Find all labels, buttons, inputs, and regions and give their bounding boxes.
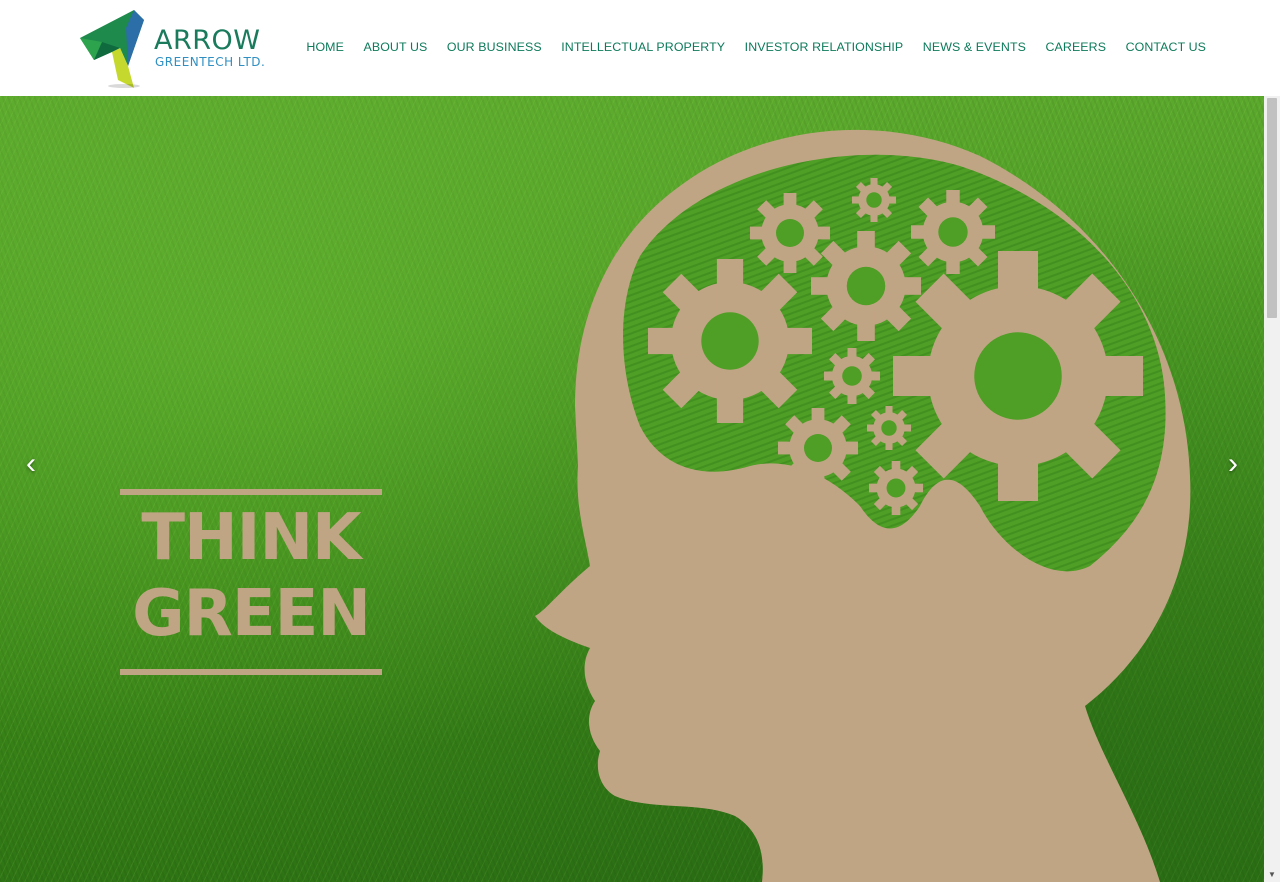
nav-link-about-us[interactable]: ABOUT US — [363, 40, 427, 54]
slider-next-button[interactable]: › — [1218, 449, 1248, 479]
gear-icon-lower — [778, 408, 858, 488]
nav-link-home[interactable]: HOME — [306, 40, 344, 54]
gear-icon-large — [893, 251, 1143, 501]
hero-slider: THINK GREEN ‹ › — [0, 96, 1264, 882]
nav-item-careers: CAREERS — [1045, 38, 1106, 56]
brand-subtitle: GREENTECH LTD. — [155, 55, 266, 69]
hero-headline-line1: THINK — [141, 501, 361, 575]
chevron-right-icon: › — [1228, 447, 1238, 480]
think-green-badge: THINK GREEN — [120, 489, 382, 679]
page-scrollbar[interactable]: ▼ — [1264, 96, 1280, 882]
gear-icon-left — [648, 259, 812, 423]
main-nav: HOME ABOUT US OUR BUSINESS INTELLECTUAL … — [287, 38, 1206, 56]
nav-link-contact-us[interactable]: CONTACT US — [1126, 40, 1206, 54]
nav-link-our-business[interactable]: OUR BUSINESS — [447, 40, 542, 54]
badge-top-rule — [120, 489, 382, 495]
chevron-left-icon: ‹ — [26, 447, 36, 480]
nav-item-our-business: OUR BUSINESS — [447, 38, 542, 56]
gear-icon-mid-small — [824, 348, 880, 404]
nav-link-careers[interactable]: CAREERS — [1045, 40, 1106, 54]
gear-icon-lower-small — [867, 406, 911, 450]
nav-item-intellectual-property: INTELLECTUAL PROPERTY — [561, 38, 725, 56]
gear-icon-top-small — [852, 178, 896, 222]
brand-name: ARROW — [154, 25, 261, 56]
scroll-down-icon[interactable]: ▼ — [1264, 868, 1280, 882]
nav-item-news-events: NEWS & EVENTS — [923, 38, 1026, 56]
nav-link-investor-relationship[interactable]: INVESTOR RELATIONSHIP — [745, 40, 904, 54]
badge-bottom-rule — [120, 669, 382, 675]
arrow-logo-icon — [80, 10, 144, 88]
scrollbar-thumb[interactable] — [1267, 98, 1277, 318]
nav-item-contact-us: CONTACT US — [1126, 38, 1206, 56]
gear-icon-top-left — [750, 193, 830, 273]
gear-icon-top-right — [911, 190, 995, 274]
nav-link-news-events[interactable]: NEWS & EVENTS — [923, 40, 1026, 54]
nav-item-home: HOME — [306, 38, 344, 56]
gear-icon-center — [811, 231, 921, 341]
hero-headline-line2: GREEN — [132, 577, 371, 651]
slider-prev-button[interactable]: ‹ — [16, 449, 46, 479]
nav-link-intellectual-property[interactable]: INTELLECTUAL PROPERTY — [561, 40, 725, 54]
brand-logo[interactable]: ARROW GREENTECH LTD. — [72, 8, 272, 90]
gear-icon-bottom — [869, 461, 923, 515]
site-header: ARROW GREENTECH LTD. HOME ABOUT US OUR B… — [0, 0, 1264, 96]
nav-item-investor-relationship: INVESTOR RELATIONSHIP — [745, 38, 904, 56]
nav-item-about-us: ABOUT US — [363, 38, 427, 56]
